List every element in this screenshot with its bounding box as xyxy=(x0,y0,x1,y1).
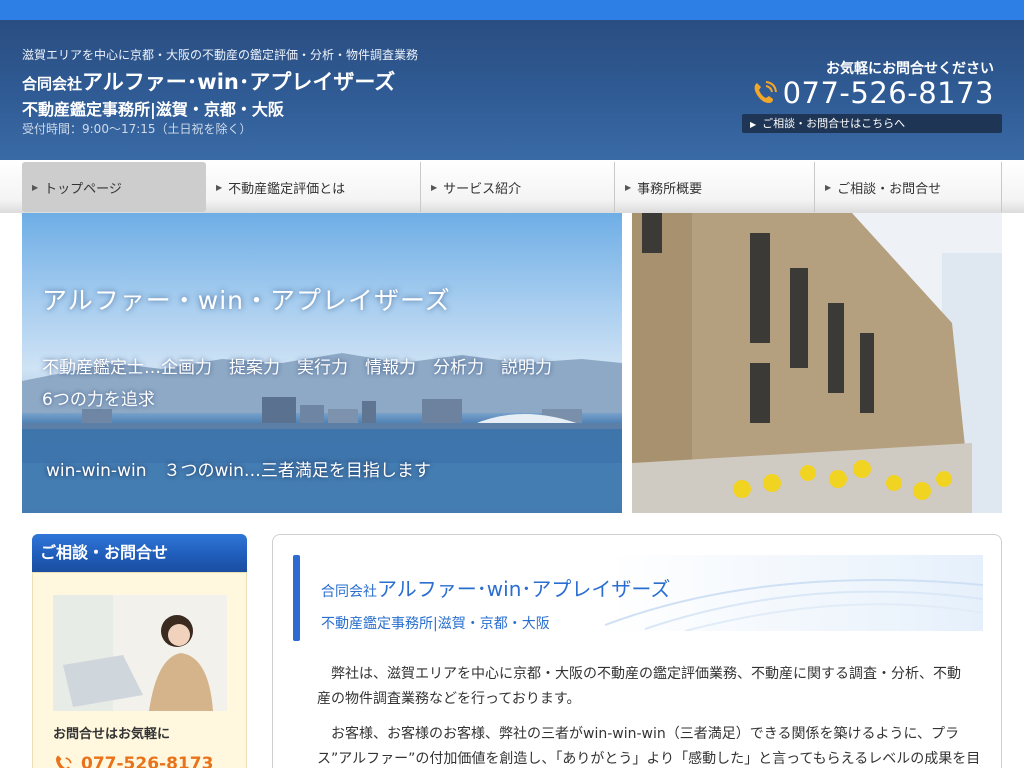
contact-link-label: ご相談・お問合せはこちらへ xyxy=(762,117,906,130)
site-header: 滋賀エリアを中心に京都・大阪の不動産の鑑定評価・分析・物件調査業務 合同会社アル… xyxy=(0,20,1024,160)
phone-icon xyxy=(56,755,72,768)
nav-label: トップページ xyxy=(44,181,122,197)
paragraph-line: ス”アルファー”の付加価値を創造し、「ありがとう」より「感動した」と言ってもらえ… xyxy=(317,751,981,767)
main-title-block: 合同会社アルファー･win･アプレイザーズ 不動産鑑定事務所|滋賀・京都・大阪 xyxy=(293,555,983,641)
triangle-right-icon: ▶ xyxy=(431,182,438,192)
sidebar-contact: ご相談・お問合せ お問合せはお気軽に 077-526-8173 xyxy=(32,534,247,768)
nav-label: 事務所概要 xyxy=(637,181,703,197)
paragraph-line: 弊社は、滋賀エリアを中心に京都・大阪の不動産の鑑定評価業務、不動産に関する調査・… xyxy=(317,666,961,682)
contact-prompt: お気軽にお問合せください xyxy=(826,61,994,77)
triangle-right-icon: ▶ xyxy=(625,182,632,192)
mission-paragraph: お客様、お客様のお客様、弊社の三者がwin-win-win（三者満足）できる関係… xyxy=(317,722,981,768)
nav-label: ご相談・お問合せ xyxy=(837,181,942,197)
operator-photo xyxy=(53,595,227,711)
triangle-right-icon: ▶ xyxy=(32,182,39,192)
nav-item-office[interactable]: ▶ 事務所概要 xyxy=(615,162,815,212)
triangle-right-icon: ▶ xyxy=(216,182,223,192)
nav-label: サービス紹介 xyxy=(443,181,522,197)
brick-building-image xyxy=(632,213,1002,513)
main-company-name: 合同会社アルファー･win･アプレイザーズ xyxy=(321,573,670,602)
main-office-name: 不動産鑑定事務所|滋賀・京都・大阪 xyxy=(321,616,550,632)
paragraph-line: 産の物件調査業務などを行っております。 xyxy=(317,691,581,707)
triangle-right-icon: ▶ xyxy=(825,182,832,192)
intro-paragraph: 弊社は、滋賀エリアを中心に京都・大阪の不動産の鑑定評価業務、不動産に関する調査・… xyxy=(317,662,967,712)
title-accent-bar xyxy=(293,555,300,641)
sidebar-phone-number: 077-526-8173 xyxy=(81,754,214,768)
nav-item-appraisal[interactable]: ▶ 不動産鑑定評価とは xyxy=(206,162,421,212)
nav-item-contact[interactable]: ▶ ご相談・お問合せ xyxy=(815,162,1002,212)
header-phone[interactable]: 077-526-8173 xyxy=(751,76,994,110)
hero-strengths-line: 不動産鑑定士…企画力 提案力 実行力 情報力 分析力 説明力 xyxy=(42,358,552,378)
paragraph-line: お客様、お客様のお客様、弊社の三者がwin-win-win（三者満足）できる関係… xyxy=(317,726,960,742)
header-tagline: 滋賀エリアを中心に京都・大阪の不動産の鑑定評価・分析・物件調査業務 xyxy=(22,48,419,62)
main-content: 合同会社アルファー･win･アプレイザーズ 不動産鑑定事務所|滋賀・京都・大阪 … xyxy=(272,534,1002,768)
nav-item-top[interactable]: ▶ トップページ xyxy=(22,162,206,212)
contact-link-button[interactable]: ▶ ご相談・お問合せはこちらへ xyxy=(742,114,1002,133)
company-prefix: 合同会社 xyxy=(22,75,83,93)
company-name: アルファー･win･アプレイザーズ xyxy=(82,70,396,94)
sidebar-phone[interactable]: 077-526-8173 xyxy=(53,753,213,768)
triangle-right-icon: ▶ xyxy=(750,120,757,129)
header-phone-number: 077-526-8173 xyxy=(782,76,994,110)
hero-banner-lake: アルファー・win・アプレイザーズ 不動産鑑定士…企画力 提案力 実行力 情報力… xyxy=(22,213,622,513)
top-strip xyxy=(0,0,1024,20)
hero-title: アルファー・win・アプレイザーズ xyxy=(42,286,451,315)
business-hours: 受付時間：9:00～17:15（土日祝を除く） xyxy=(22,122,252,136)
hero-winwinwin-line: win-win-win ３つのwin…三者満足を目指します xyxy=(46,461,431,481)
company-prefix: 合同会社 xyxy=(321,584,377,600)
company-name: アルファー･win･アプレイザーズ xyxy=(377,577,671,601)
sidebar-contact-box: お問合せはお気軽に 077-526-8173 xyxy=(32,572,247,768)
sidebar-heading: ご相談・お問合せ xyxy=(32,534,247,572)
phone-icon xyxy=(754,81,777,103)
site-logo-company-name[interactable]: 合同会社アルファー･win･アプレイザーズ xyxy=(22,66,395,96)
hero-building-photo xyxy=(632,213,1002,513)
nav-label: 不動産鑑定評価とは xyxy=(228,181,346,197)
header-office-name: 不動産鑑定事務所|滋賀・京都・大阪 xyxy=(22,100,284,119)
sidebar-contact-label: お問合せはお気軽に xyxy=(53,727,171,742)
global-navigation: ▶ トップページ ▶ 不動産鑑定評価とは ▶ サービス紹介 ▶ 事務所概要 ▶ ご相談・お… xyxy=(0,160,1024,213)
nav-item-services[interactable]: ▶ サービス紹介 xyxy=(421,162,615,212)
hero-subline: 6つの力を追求 xyxy=(42,390,155,410)
